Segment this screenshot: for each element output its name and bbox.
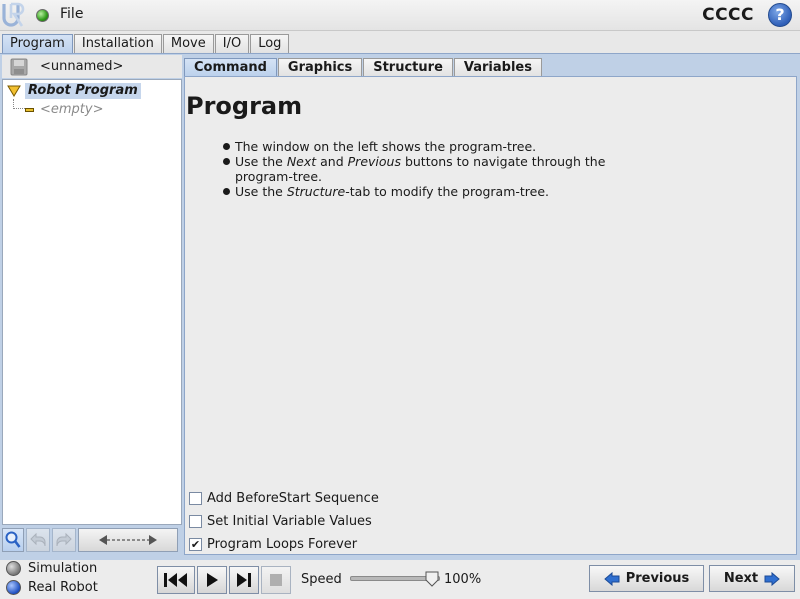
- main-tabs: Program Installation Move I/O Log: [2, 34, 290, 53]
- top-bar: File CCCC ?: [0, 0, 800, 31]
- stop-icon: [270, 574, 282, 586]
- arrow-right-icon: [764, 571, 780, 586]
- step-forward-icon: [237, 573, 251, 587]
- speed-value: 100%: [444, 572, 482, 587]
- play-icon: [207, 573, 218, 587]
- tab-log[interactable]: Log: [250, 34, 290, 53]
- tab-command[interactable]: Command: [184, 58, 277, 76]
- playback-controls: [157, 566, 291, 594]
- loop-forever-label: Program Loops Forever: [207, 537, 358, 552]
- empty-node-icon: [25, 107, 34, 112]
- program-tree[interactable]: Robot Program <empty>: [2, 79, 182, 525]
- tab-program[interactable]: Program: [2, 34, 73, 53]
- real-robot-radio-icon[interactable]: [6, 580, 21, 595]
- previous-label: Previous: [625, 571, 690, 586]
- tab-graphics[interactable]: Graphics: [277, 58, 363, 76]
- undo-button[interactable]: [26, 528, 50, 552]
- robot-name: CCCC: [702, 5, 754, 25]
- program-tree-panel: <unnamed> Robot Program <empty>: [2, 55, 182, 525]
- command-tabs: Command Graphics Structure Variables: [184, 58, 543, 76]
- command-content: Program The window on the left shows the…: [184, 76, 797, 555]
- save-icon[interactable]: [10, 58, 28, 76]
- skip-to-start-icon: [164, 573, 187, 587]
- stop-button[interactable]: [261, 566, 291, 594]
- redo-icon: [56, 533, 72, 547]
- tab-io[interactable]: I/O: [214, 34, 250, 53]
- rewind-button[interactable]: [157, 566, 195, 594]
- undo-icon: [30, 533, 46, 547]
- next-label: Next: [723, 571, 759, 586]
- speed-slider[interactable]: [350, 571, 440, 587]
- option-loop-forever[interactable]: ✔ Program Loops Forever: [189, 533, 379, 556]
- real-robot-label: Real Robot: [28, 580, 98, 595]
- beforestart-checkbox[interactable]: [189, 492, 202, 505]
- help-bullet-1: The window on the left shows the program…: [223, 139, 623, 154]
- tree-root-label: Robot Program: [25, 83, 141, 99]
- file-menu[interactable]: File: [60, 6, 83, 22]
- initial-variables-checkbox[interactable]: [189, 515, 202, 528]
- expand-triangle-icon[interactable]: [7, 85, 21, 97]
- option-initial-variables[interactable]: Set Initial Variable Values: [189, 510, 379, 533]
- help-bullet-3: Use the Structure-tab to modify the prog…: [223, 184, 623, 199]
- tab-move[interactable]: Move: [162, 34, 214, 53]
- page-title: Program: [186, 92, 303, 120]
- previous-button[interactable]: Previous: [589, 565, 704, 592]
- step-button[interactable]: [229, 566, 259, 594]
- simulation-radio-icon[interactable]: [6, 561, 21, 576]
- speed-label: Speed: [301, 572, 342, 587]
- arrow-left-icon: [603, 571, 620, 586]
- tree-empty-label: <empty>: [40, 102, 104, 117]
- help-bullets: The window on the left shows the program…: [223, 139, 623, 199]
- mode-real-robot[interactable]: Real Robot: [6, 580, 98, 595]
- next-button[interactable]: Next: [709, 565, 795, 592]
- loop-forever-checkbox[interactable]: ✔: [189, 538, 202, 551]
- help-button[interactable]: ?: [768, 3, 792, 27]
- help-bullet-2: Use the Next and Previous buttons to nav…: [223, 154, 623, 184]
- simulation-label: Simulation: [28, 561, 98, 576]
- redo-button[interactable]: [52, 528, 76, 552]
- program-options: Add BeforeStart Sequence Set Initial Var…: [189, 487, 379, 556]
- universal-robots-logo: [2, 2, 25, 27]
- program-name: <unnamed>: [40, 59, 124, 74]
- tree-node-empty[interactable]: <empty>: [25, 102, 104, 117]
- speed-slider-thumb[interactable]: [425, 571, 439, 587]
- move-arrows-icon: [99, 535, 157, 545]
- bottom-bar: Simulation Real Robot Speed 100% Previou…: [0, 560, 800, 599]
- tab-structure[interactable]: Structure: [363, 58, 453, 76]
- tab-installation[interactable]: Installation: [73, 34, 162, 53]
- beforestart-label: Add BeforeStart Sequence: [207, 491, 379, 506]
- robot-status-indicator: [36, 9, 49, 22]
- tree-connector: [13, 99, 25, 109]
- option-beforestart[interactable]: Add BeforeStart Sequence: [189, 487, 379, 510]
- initial-variables-label: Set Initial Variable Values: [207, 514, 372, 529]
- play-button[interactable]: [197, 566, 227, 594]
- tree-toolbar: [2, 528, 182, 552]
- help-icon: ?: [775, 5, 785, 24]
- move-node-button[interactable]: [78, 528, 178, 552]
- program-header: <unnamed>: [2, 55, 182, 78]
- tree-node-robot-program[interactable]: Robot Program: [7, 83, 141, 99]
- search-button[interactable]: [2, 528, 24, 552]
- mode-simulation[interactable]: Simulation: [6, 561, 97, 576]
- search-icon: [5, 531, 21, 548]
- tab-variables[interactable]: Variables: [453, 58, 542, 76]
